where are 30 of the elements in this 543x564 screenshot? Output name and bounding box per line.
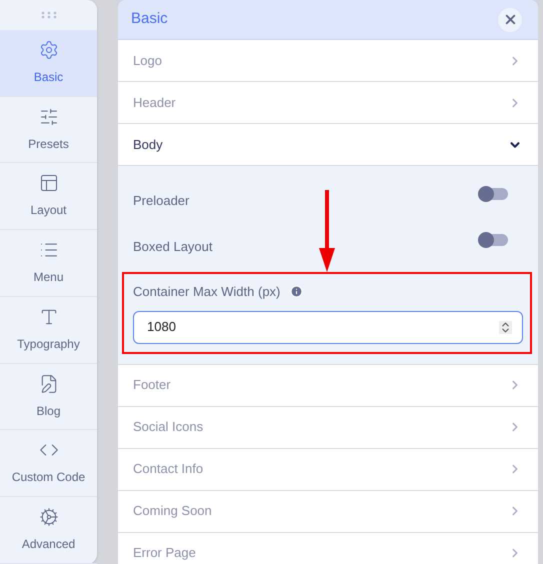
sidebar-item[interactable]: Basic xyxy=(0,30,97,97)
sidebar-item[interactable]: Menu xyxy=(0,230,97,297)
field-label: Container Max Width (px) xyxy=(133,283,280,301)
toggle-switch[interactable] xyxy=(480,188,508,200)
sidebar-item[interactable]: Advanced xyxy=(0,497,97,564)
close-button[interactable] xyxy=(498,8,522,32)
section-header[interactable]: Contact Info xyxy=(118,448,538,490)
section-header[interactable]: Footer xyxy=(118,364,538,406)
section-header[interactable]: Coming Soon xyxy=(118,490,538,532)
sidebar-item[interactable]: Custom Code xyxy=(0,430,97,498)
toggle-switch[interactable] xyxy=(480,234,508,246)
drag-handle-icon[interactable] xyxy=(40,10,56,19)
section-header[interactable]: Social Icons xyxy=(118,406,538,448)
sidebar-item[interactable]: Layout xyxy=(0,163,97,230)
gear-icon xyxy=(38,40,58,60)
sidebar-item[interactable]: Blog xyxy=(0,364,97,430)
info-icon[interactable] xyxy=(290,285,304,298)
section-header[interactable]: Logo xyxy=(118,40,538,82)
field-label: Preloader xyxy=(133,192,190,210)
sidebar-item[interactable]: Typography xyxy=(0,296,97,364)
layout-icon xyxy=(38,173,58,194)
field-label: Boxed Layout xyxy=(133,238,213,256)
number-field[interactable]: 1080 xyxy=(133,310,523,344)
section-header[interactable]: Header xyxy=(118,82,538,124)
cogs-icon xyxy=(38,507,58,528)
section-header[interactable]: Error Page xyxy=(118,532,538,564)
panel-title: Basic xyxy=(131,9,168,30)
sidebar-item[interactable]: Presets xyxy=(0,96,97,164)
sliders-icon xyxy=(38,106,58,127)
spinner-icon[interactable] xyxy=(499,320,512,334)
